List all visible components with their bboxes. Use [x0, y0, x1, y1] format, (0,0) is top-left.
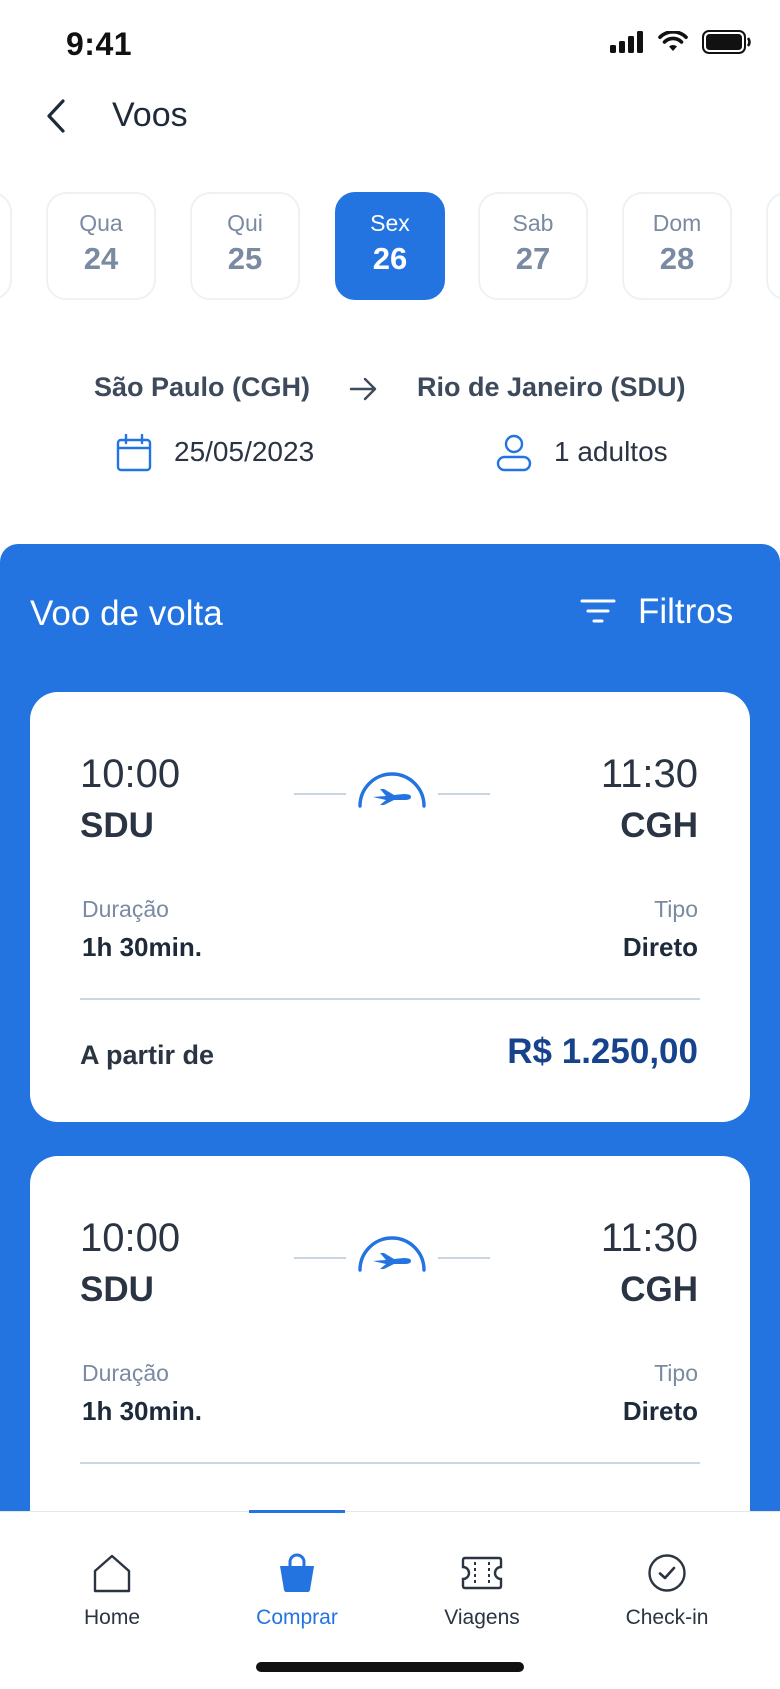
date-option-24[interactable]: Qua 24: [46, 192, 156, 300]
date-option-prev[interactable]: [0, 192, 12, 300]
nav-label: Check-in: [625, 1606, 709, 1629]
battery-icon: [702, 30, 751, 54]
airplane-icon: [294, 1236, 490, 1272]
filter-icon: [580, 599, 616, 623]
divider: [80, 998, 700, 1000]
flight-card[interactable]: 10:00 SDU 11:30 CGH Duração 1h 30min. Ti…: [30, 692, 750, 1122]
departure-airport: SDU: [80, 806, 154, 845]
home-icon: [27, 1550, 197, 1596]
date-day: 25: [227, 241, 263, 276]
arrow-right-icon: [348, 374, 380, 409]
status-time: 9:41: [66, 26, 133, 62]
filter-button[interactable]: Filtros: [580, 592, 733, 632]
results-title: Voo de volta: [30, 594, 223, 633]
flight-path: [294, 1236, 490, 1281]
check-circle-icon: [582, 1550, 752, 1596]
airplane-icon: [294, 772, 490, 808]
arrival-time: 11:30: [600, 752, 698, 796]
wifi-icon: [658, 31, 688, 51]
nav-home[interactable]: Home: [27, 1512, 197, 1630]
date-weekday: Qui: [227, 210, 263, 236]
duration-value: 1h 30min.: [82, 932, 202, 962]
type-value: Direto: [622, 932, 698, 962]
nav-label: Home: [83, 1606, 141, 1629]
route-destination: Rio de Janeiro (SDU): [417, 372, 686, 402]
type-label: Tipo: [654, 896, 698, 922]
nav-comprar[interactable]: Comprar: [212, 1512, 382, 1630]
cellular-signal-icon: [610, 31, 643, 53]
duration-value: 1h 30min.: [82, 1396, 202, 1426]
date-weekday: Sex: [370, 210, 410, 236]
price: R$ 1.250,00: [507, 1032, 698, 1071]
nav-checkin[interactable]: Check-in: [582, 1512, 752, 1630]
divider: [80, 1462, 700, 1464]
date-option-next[interactable]: [766, 192, 780, 300]
date-option-26-selected[interactable]: Sex 26: [335, 192, 445, 300]
arrival-airport: CGH: [620, 1270, 698, 1309]
date-day: 26: [372, 241, 408, 276]
date-option-25[interactable]: Qui 25: [190, 192, 300, 300]
ticket-icon: [397, 1550, 567, 1596]
user-icon: [496, 434, 532, 477]
departure-time: 10:00: [80, 1216, 181, 1260]
calendar-icon: [116, 433, 152, 477]
type-value: Direto: [622, 1396, 698, 1426]
nav-viagens[interactable]: Viagens: [397, 1512, 567, 1630]
arrival-time: 11:30: [600, 1216, 698, 1260]
type-label: Tipo: [654, 1360, 698, 1386]
price-from-label: A partir de: [80, 1040, 215, 1070]
home-indicator[interactable]: [256, 1662, 524, 1672]
date-weekday: Qua: [79, 210, 123, 236]
passenger-count: 1 adultos: [554, 436, 668, 467]
status-icons: [610, 30, 752, 54]
duration-label: Duração: [82, 896, 169, 922]
nav-label: Viagens: [444, 1606, 520, 1629]
date-weekday: Dom: [652, 210, 702, 236]
page-title: Voos: [112, 96, 188, 134]
date-weekday: Sab: [512, 210, 554, 236]
arrival-airport: CGH: [620, 806, 698, 845]
flight-path: [294, 772, 490, 817]
date-option-27[interactable]: Sab 27: [478, 192, 588, 300]
nav-label: Comprar: [256, 1606, 338, 1629]
date-day: 24: [83, 241, 119, 276]
filter-label: Filtros: [638, 592, 734, 631]
route-origin: São Paulo (CGH): [94, 372, 311, 402]
shopping-bag-icon: [212, 1550, 382, 1596]
date-selector: Qua 24 Qui 25 Sex 26 Sab 27 Dom 28: [0, 192, 780, 304]
chevron-left-icon: [47, 99, 65, 133]
departure-time: 10:00: [80, 752, 181, 796]
date-day: 28: [659, 241, 695, 276]
date-day: 27: [515, 241, 551, 276]
departure-airport: SDU: [80, 1270, 154, 1309]
back-button[interactable]: [36, 92, 76, 140]
trip-date: 25/05/2023: [174, 436, 315, 467]
date-option-28[interactable]: Dom 28: [622, 192, 732, 300]
duration-label: Duração: [82, 1360, 169, 1386]
